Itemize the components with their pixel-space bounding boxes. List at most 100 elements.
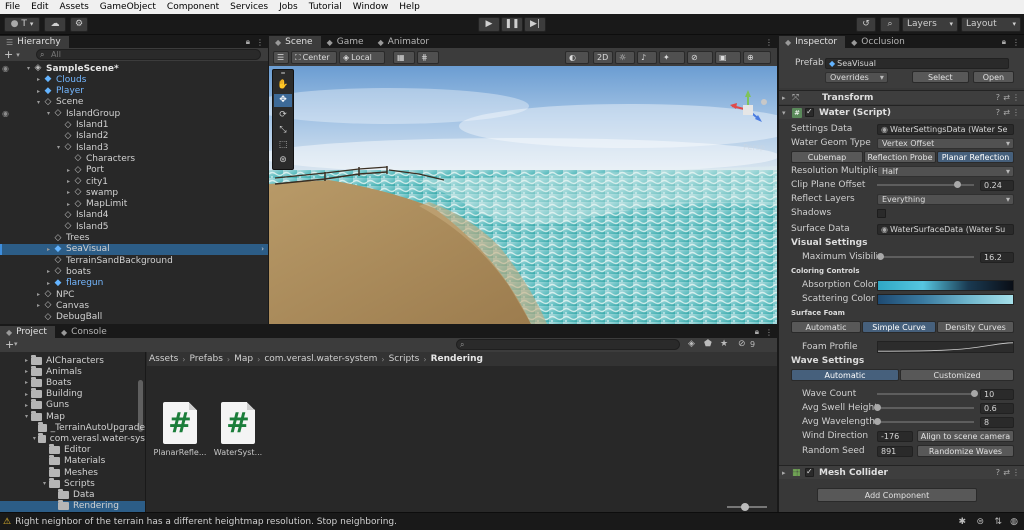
hierarchy-item[interactable]: ▸ ◇ NPC <box>0 289 268 300</box>
foam-profile-curve[interactable] <box>877 341 1014 353</box>
search-button[interactable]: ⌕ <box>880 17 900 32</box>
slider-knob[interactable] <box>953 181 961 188</box>
kebab-menu-icon[interactable]: ⋮ <box>256 38 264 47</box>
menu-jobs[interactable]: Jobs <box>274 0 304 14</box>
resolution-multiplier-dropdown[interactable]: Half <box>877 165 1014 177</box>
toggle-2d-button[interactable]: 2D <box>593 51 613 64</box>
menu-component[interactable]: Component <box>162 0 225 14</box>
kebab-menu-icon[interactable]: ⋮ <box>765 38 773 47</box>
overrides-dropdown[interactable]: Overrides <box>825 71 888 83</box>
chevron-right-icon[interactable]: ▸ <box>22 379 31 386</box>
chevron-down-icon[interactable]: ▾ <box>31 435 38 442</box>
water-script-component-header[interactable]: ▾ # ✓ Water (Script) ? ⇄ ⋮ <box>779 105 1024 119</box>
asset-tile[interactable]: # WaterSyst... <box>207 402 269 457</box>
menu-file[interactable]: File <box>0 0 26 14</box>
open-button[interactable]: Open <box>972 71 1014 83</box>
chevron-down-icon[interactable]: ▾ <box>40 480 49 487</box>
help-icon[interactable]: ? <box>996 93 1000 102</box>
menu-assets[interactable]: Assets <box>55 0 95 14</box>
folder-item[interactable]: Data <box>0 488 145 500</box>
collab-settings-button[interactable]: ⚙ <box>70 17 88 32</box>
add-object-button[interactable]: + <box>4 48 13 61</box>
water-script-enabled-checkbox[interactable]: ✓ <box>805 107 814 117</box>
increment-snap-button[interactable]: ⋕ <box>417 51 439 64</box>
hierarchy-item[interactable]: ◇ Island4 <box>0 210 268 221</box>
hierarchy-item[interactable]: ◇ DebugBall <box>0 312 268 323</box>
wave-count-slider[interactable] <box>877 390 978 397</box>
shadows-checkbox[interactable] <box>877 208 886 218</box>
visibility-eye-icon[interactable]: ◉ <box>2 109 9 118</box>
pivot-mode-dropdown[interactable]: ⛶ Center <box>291 51 337 64</box>
slider-knob[interactable] <box>874 404 881 411</box>
chevron-right-icon[interactable]: ▸ <box>22 391 31 398</box>
grid-snap-button[interactable]: ▦ <box>393 51 415 64</box>
effects-dropdown[interactable]: ✦ <box>659 51 685 64</box>
folder-item[interactable]: ▾ Scripts <box>0 477 145 489</box>
auto-generate-lighting-icon[interactable]: ◍ <box>1010 517 1018 527</box>
menu-window[interactable]: Window <box>348 0 395 14</box>
chevron-right-icon[interactable]: ▸ <box>64 201 73 208</box>
foam-density-curves-button[interactable]: Density Curves <box>937 321 1014 333</box>
slider-knob[interactable] <box>874 418 881 425</box>
search-by-label-icon[interactable]: ⬟ <box>704 339 712 349</box>
folder-item[interactable]: ▾ com.verasl.water-sys <box>0 432 145 444</box>
folder-item[interactable]: Meshes <box>0 466 145 478</box>
tab-inspector[interactable]: ◆ Inspector <box>779 36 846 48</box>
folder-item[interactable]: ▸ Building <box>0 388 145 400</box>
hidden-objects-toggle[interactable]: ⊘ <box>687 51 713 64</box>
menu-services[interactable]: Services <box>225 0 274 14</box>
chevron-right-icon[interactable]: ▸ <box>34 76 43 83</box>
hierarchy-item[interactable]: ▸ ◇ boats <box>0 266 268 277</box>
hierarchy-item[interactable]: ▸ ◇ Port <box>0 165 268 176</box>
wave-count-field[interactable]: 10 <box>980 388 1014 400</box>
wave-automatic-button[interactable]: Automatic <box>791 369 899 381</box>
scale-tool-icon[interactable]: ⤡ <box>274 124 292 137</box>
folder-item[interactable]: Materials <box>0 455 145 467</box>
hierarchy-item[interactable]: ▾ ◇ Island3 <box>0 142 268 153</box>
hierarchy-item[interactable]: ◇ Characters <box>0 153 268 164</box>
hierarchy-item[interactable]: ▸ ◇ Canvas <box>0 300 268 311</box>
play-button[interactable]: ▶ <box>478 17 500 32</box>
align-to-camera-button[interactable]: Align to scene camera <box>917 430 1014 442</box>
tab-occlusion[interactable]: ◆ Occlusion <box>845 36 913 48</box>
hierarchy-item[interactable]: ▸ ◆ Clouds <box>0 74 268 85</box>
projection-label[interactable]: Persp <box>743 143 765 152</box>
kebab-menu-icon[interactable]: ⋮ <box>1012 93 1020 102</box>
clip-plane-slider[interactable] <box>877 181 974 188</box>
hierarchy-item[interactable]: ▸ ◆ flaregun <box>0 278 268 289</box>
hierarchy-item[interactable]: ▸ ◇ city1 <box>0 176 268 187</box>
foam-automatic-button[interactable]: Automatic <box>791 321 861 333</box>
add-component-button[interactable]: Add Component <box>817 488 977 502</box>
wavelength-slider[interactable] <box>874 418 974 425</box>
draw-mode-dropdown[interactable]: ◐ <box>565 51 589 64</box>
slider-knob[interactable] <box>876 253 884 260</box>
account-button[interactable]: ● T ▾ <box>4 17 40 32</box>
scene-menu-button[interactable]: ☰ <box>273 51 289 64</box>
slider-knob[interactable] <box>971 390 978 397</box>
chevron-right-icon[interactable]: ▸ <box>782 94 792 102</box>
folder-item[interactable]: _TerrainAutoUpgrade <box>0 421 145 433</box>
hidden-packages-icon[interactable]: ⊘ <box>738 339 746 349</box>
hierarchy-item[interactable]: ▾ ◈ SampleScene* <box>0 63 268 74</box>
asset-tile[interactable]: # PlanarRefle... <box>149 402 211 457</box>
hand-tool-icon[interactable]: ✋ <box>274 79 292 92</box>
lighting-toggle[interactable]: ☼ <box>615 51 635 64</box>
chevron-right-icon[interactable]: ▸ <box>22 368 31 375</box>
hierarchy-item[interactable]: ◇ Trees <box>0 233 268 244</box>
layout-dropdown[interactable]: Layout ▾ <box>961 17 1021 32</box>
folder-item[interactable]: ▾ Map <box>0 410 145 422</box>
chevron-right-icon[interactable]: ▸ <box>64 189 73 196</box>
folder-item[interactable]: ▸ Boats <box>0 376 145 388</box>
max-visibility-field[interactable]: 16.2 <box>980 251 1014 263</box>
chevron-right-icon[interactable]: ▸ <box>44 268 53 275</box>
surface-data-field[interactable]: ◉ WaterSurfaceData (Water Su <box>877 223 1014 235</box>
gizmos-dropdown[interactable]: ⊕ <box>743 51 771 64</box>
random-seed-field[interactable]: 891 <box>877 445 913 457</box>
layers-dropdown[interactable]: Layers ▾ <box>902 17 958 32</box>
rect-tool-icon[interactable]: ⬚ <box>274 139 292 152</box>
wavelength-field[interactable]: 8 <box>980 416 1014 428</box>
transform-tool-icon[interactable]: ⊛ <box>274 154 292 167</box>
hierarchy-item[interactable]: ▾ ◇ Scene <box>0 97 268 108</box>
chevron-down-icon[interactable]: ▾ <box>44 110 53 117</box>
kebab-menu-icon[interactable]: ⋮ <box>1012 108 1020 117</box>
